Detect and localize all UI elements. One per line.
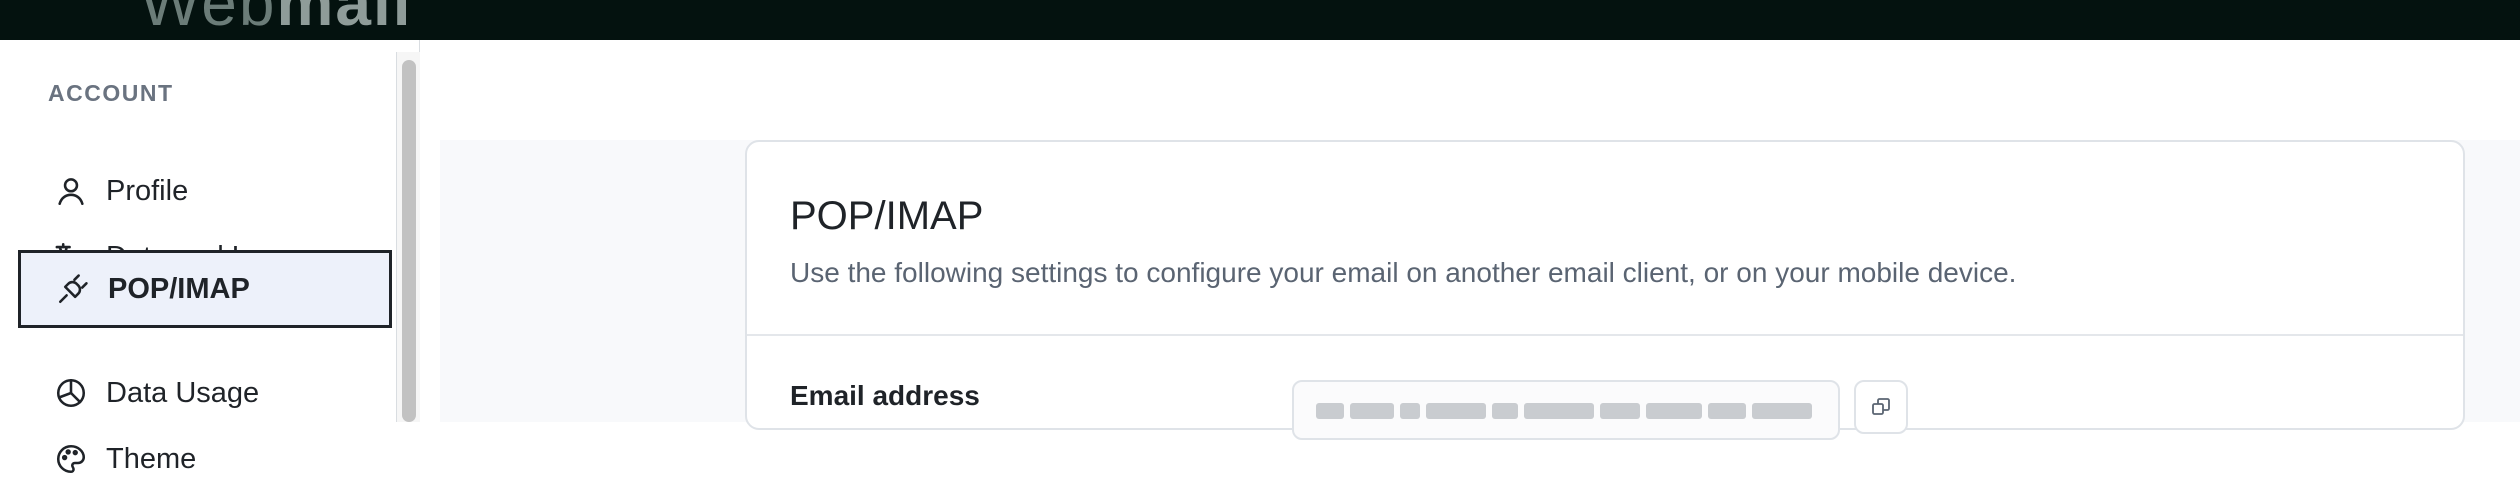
card-description: Use the following settings to configure … [790,257,2017,288]
redacted-email-value [1316,402,1816,420]
sidebar-item-profile[interactable]: Profile [20,155,392,227]
card-title: POP/IMAP [790,194,984,238]
email-address-field[interactable] [1292,380,1840,440]
copy-email-button[interactable] [1854,380,1908,434]
top-bar: Webmail [0,0,2520,40]
sidebar: ACCOUNT Profile Date and Langua... [0,40,420,475]
sidebar-item-label: Data Usage [106,376,260,409]
sidebar-item-data-usage[interactable]: Data Usage [20,357,392,429]
card-divider [747,334,2463,336]
email-address-label: Email address [790,380,980,411]
sidebar-item-label: Profile [106,174,189,207]
user-icon [52,172,90,210]
copy-icon [1872,398,1890,415]
palette-icon [52,440,90,478]
sidebar-item-theme[interactable]: Theme [20,423,392,495]
sidebar-item-label: POP/IMAP [108,272,250,305]
sidebar-scrollbar-thumb[interactable] [402,60,416,422]
app-logo[interactable]: Webmail [140,0,413,40]
plug-icon [54,270,92,308]
pop-imap-card: POP/IMAP Use the following settings to c… [745,140,2465,440]
sidebar-section-account: ACCOUNT [48,80,174,106]
pie-chart-icon [52,374,90,412]
sidebar-item-pop-imap[interactable]: POP/IMAP [18,250,392,328]
sidebar-item-label: Theme [106,442,197,475]
